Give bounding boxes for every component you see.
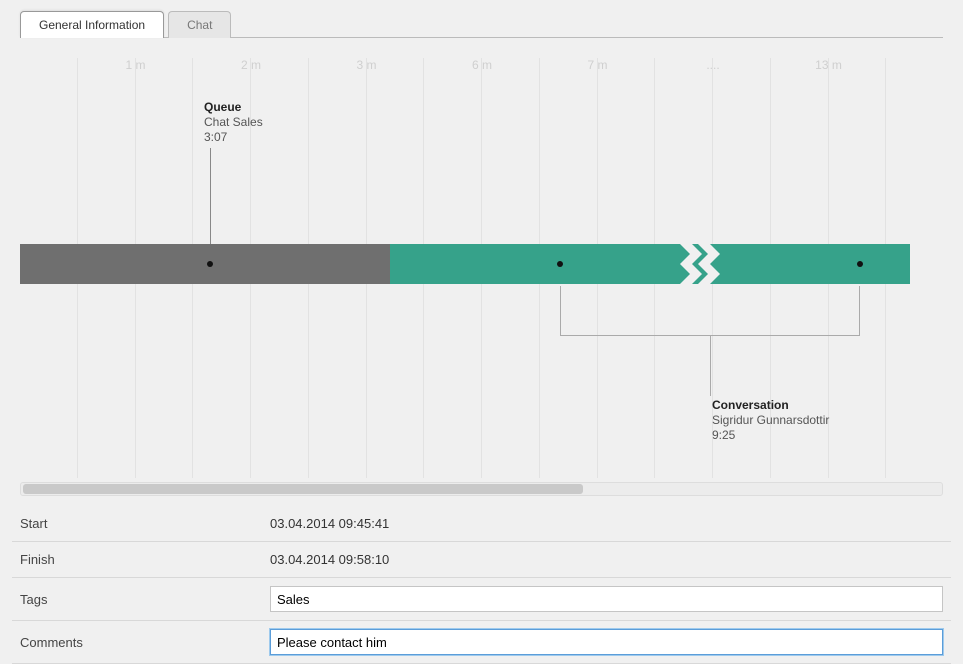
conversation-callout-duration: 9:25 (712, 428, 829, 443)
timeline-scrollbar-thumb[interactable] (23, 484, 583, 494)
conversation-bracket-stem (710, 336, 711, 396)
label-finish: Finish (20, 552, 270, 567)
value-finish: 03.04.2014 09:58:10 (270, 552, 943, 567)
conversation-bracket (560, 286, 860, 336)
label-tags: Tags (20, 592, 270, 607)
queue-callout: Queue Chat Sales 3:07 (204, 100, 263, 145)
queue-callout-line (210, 148, 211, 258)
queue-callout-title: Queue (204, 100, 263, 115)
tags-input[interactable] (270, 586, 943, 612)
tick-label: 3 m (356, 58, 376, 72)
label-start: Start (20, 516, 270, 531)
label-comments: Comments (20, 635, 270, 650)
segment-conversation (390, 244, 910, 284)
conversation-callout-name: Sigridur Gunnarsdottir (712, 413, 829, 428)
queue-callout-name: Chat Sales (204, 115, 263, 130)
tab-chat[interactable]: Chat (168, 11, 231, 38)
marker-conversation-start (557, 261, 563, 267)
tab-bar: General Information Chat (20, 8, 943, 38)
timeline-chart: 1 m 2 m 3 m 6 m 7 m.... 13 m Queue Chat Sales… (20, 58, 943, 478)
comments-input[interactable] (270, 629, 943, 655)
conversation-callout-title: Conversation (712, 398, 829, 413)
tick-label: 13 m (815, 58, 842, 72)
row-tags: Tags (12, 578, 951, 621)
conversation-callout: Conversation Sigridur Gunnarsdottir 9:25 (712, 398, 829, 443)
row-finish: Finish 03.04.2014 09:58:10 (12, 542, 951, 578)
marker-conversation-end (857, 261, 863, 267)
timeline-bar (20, 244, 910, 284)
tick-label: 1 m (125, 58, 145, 72)
time-gap-icon (680, 244, 720, 284)
marker-queue (207, 261, 213, 267)
row-start: Start 03.04.2014 09:45:41 (12, 506, 951, 542)
segment-queue (20, 244, 390, 284)
tick-label: 6 m (472, 58, 492, 72)
queue-callout-duration: 3:07 (204, 130, 263, 145)
tab-general-information[interactable]: General Information (20, 11, 164, 38)
tick-label: 7 m (587, 58, 607, 72)
info-table: Start 03.04.2014 09:45:41 Finish 03.04.2… (12, 506, 951, 664)
timeline-scrollbar[interactable] (20, 482, 943, 496)
value-start: 03.04.2014 09:45:41 (270, 516, 943, 531)
row-comments: Comments (12, 621, 951, 664)
tick-label: 2 m (241, 58, 261, 72)
tick-label: .... (706, 58, 719, 72)
